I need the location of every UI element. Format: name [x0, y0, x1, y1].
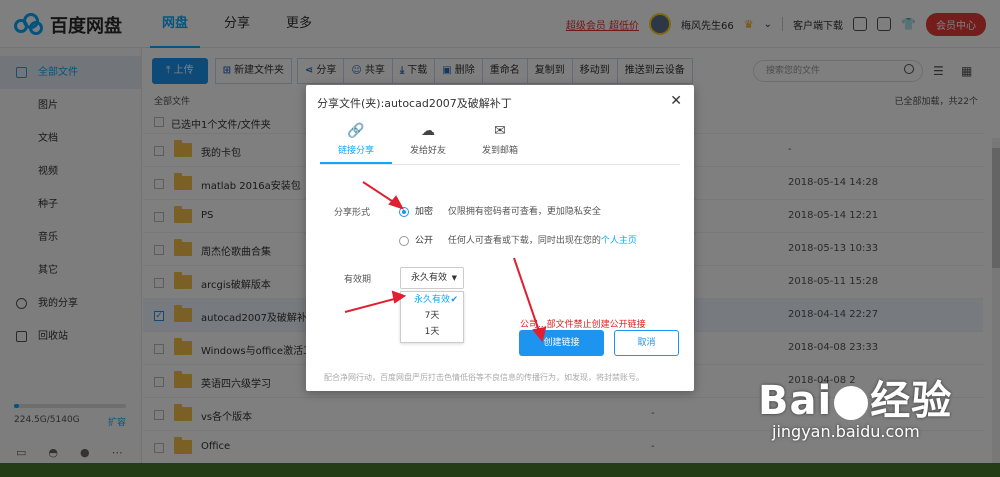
- warning-text: 公司...部文件禁止创建公开链接: [520, 320, 646, 330]
- validity-select[interactable]: 永久有效 ▼: [400, 267, 464, 289]
- share-tabs: 🔗 链接分享 ☁ 发给好友 ✉ 发到邮箱: [320, 121, 680, 165]
- validity-label: 有效期: [344, 275, 372, 285]
- share-form-label: 分享形式: [334, 208, 371, 218]
- public-desc: 任何人可查看或下载，同时出现在您的: [447, 236, 601, 246]
- validity-option[interactable]: 永久有效 ✔: [401, 292, 463, 308]
- option-label: 1天: [424, 327, 440, 337]
- private-label: 加密: [415, 207, 434, 217]
- dialog-title: 分享文件(夹):autocad2007及破解补丁: [317, 97, 512, 110]
- watermark-brand-suffix: 经验: [870, 378, 953, 424]
- tab-label: 发给好友: [409, 146, 446, 156]
- link-icon: 🔗: [347, 123, 365, 139]
- baidu-jingyan-watermark: Bai 经验 jingyan.baidu.com: [758, 368, 952, 441]
- tab-label: 链接分享: [337, 146, 374, 156]
- private-radio[interactable]: [399, 206, 409, 217]
- validity-option[interactable]: 1天: [401, 324, 463, 340]
- private-option[interactable]: 加密 仅限拥有密码者可查看，更加隐私安全: [399, 204, 601, 217]
- private-desc: 仅限拥有密码者可查看，更加隐私安全: [447, 207, 601, 217]
- create-link-button[interactable]: 创建链接: [519, 330, 604, 356]
- personal-page-link[interactable]: 个人主页: [601, 236, 637, 246]
- public-radio[interactable]: [399, 235, 409, 246]
- option-label: 永久有效: [413, 295, 450, 305]
- watermark-brand: Bai: [758, 378, 833, 424]
- option-label: 7天: [424, 311, 440, 321]
- tab-label: 发到邮箱: [481, 146, 518, 156]
- paw-icon: [834, 386, 869, 420]
- tab-send-friends[interactable]: ☁ 发给好友: [392, 121, 464, 164]
- tab-link-share[interactable]: 🔗 链接分享: [320, 121, 392, 164]
- public-label: 公开: [415, 236, 434, 246]
- validity-value: 永久有效: [411, 273, 448, 283]
- public-option[interactable]: 公开 任何人可查看或下载，同时出现在您的个人主页: [399, 233, 637, 246]
- share-dialog: 分享文件(夹):autocad2007及破解补丁 ✕ 🔗 链接分享 ☁ 发给好友 ✉…: [306, 85, 694, 391]
- friends-icon: ☁: [421, 123, 435, 139]
- tab-send-email[interactable]: ✉ 发到邮箱: [464, 121, 536, 164]
- validity-option[interactable]: 7天: [401, 308, 463, 324]
- cancel-button[interactable]: 取消: [614, 330, 679, 356]
- dialog-footer-note: 配合净网行动，百度网盘严厉打击色情低俗等不良信息的传播行为，如发现，将封禁账号。: [324, 373, 644, 382]
- check-icon: ✔: [450, 295, 458, 305]
- close-icon[interactable]: ✕: [670, 93, 682, 109]
- validity-dropdown: 永久有效 ✔ 7天 1天: [400, 291, 464, 343]
- mail-icon: ✉: [494, 123, 506, 139]
- caret-down-icon: ▼: [451, 274, 457, 282]
